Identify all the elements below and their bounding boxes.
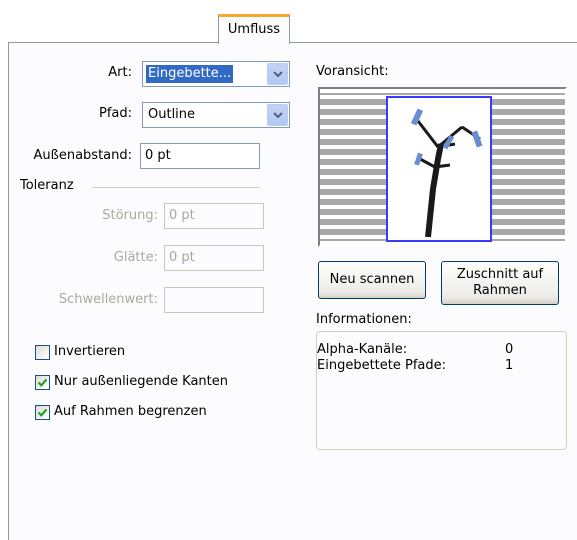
schwellenwert-label: Schwellenwert: bbox=[58, 292, 158, 307]
art-select-value: Eingebette... bbox=[146, 65, 234, 83]
chevron-down-icon[interactable] bbox=[267, 63, 288, 85]
wrap-preview-graphic bbox=[320, 93, 565, 242]
tab-umfluss[interactable]: Umfluss bbox=[218, 14, 290, 44]
glaette-label: Glätte: bbox=[113, 250, 158, 265]
zuschnitt-label-line1: Zuschnitt auf bbox=[456, 267, 544, 282]
invertieren-checkbox[interactable] bbox=[35, 345, 50, 360]
stoerung-field[interactable]: 0 pt bbox=[164, 203, 264, 229]
schwellenwert-field[interactable] bbox=[164, 287, 264, 313]
glaette-field[interactable]: 0 pt bbox=[164, 245, 264, 271]
preview-label: Voransicht: bbox=[316, 64, 389, 79]
info-row-alpha-kanaele-key: Alpha-Kanäle: bbox=[317, 342, 408, 357]
auf-rahmen-begrenzen-checkbox[interactable] bbox=[35, 405, 50, 420]
info-row-eingebettete-pfade-key: Eingebettete Pfade: bbox=[317, 358, 446, 373]
art-label: Art: bbox=[108, 65, 132, 80]
chevron-down-icon[interactable] bbox=[267, 104, 288, 126]
pfad-select[interactable]: Outline bbox=[142, 102, 290, 128]
aussenabstand-field[interactable]: 0 pt bbox=[140, 143, 260, 169]
zuschnitt-label-line2: Rahmen bbox=[473, 283, 527, 298]
info-row-alpha-kanaele-value: 0 bbox=[505, 342, 514, 357]
neu-scannen-label: Neu scannen bbox=[329, 272, 415, 287]
invertieren-label[interactable]: Invertieren bbox=[54, 344, 125, 359]
informationen-box: Alpha-Kanäle: 0 Eingebettete Pfade: 1 bbox=[316, 331, 567, 450]
checkmark-icon bbox=[37, 378, 48, 387]
art-select[interactable]: Eingebette... bbox=[142, 61, 290, 87]
info-row-eingebettete-pfade-value: 1 bbox=[505, 358, 514, 373]
nur-aussenliegende-kanten-checkbox[interactable] bbox=[35, 375, 50, 390]
toleranz-divider bbox=[92, 187, 260, 188]
preview-image bbox=[318, 87, 567, 247]
informationen-label: Informationen: bbox=[316, 312, 412, 327]
stoerung-label: Störung: bbox=[102, 208, 158, 223]
checkmark-icon bbox=[37, 408, 48, 417]
nur-aussenliegende-kanten-label[interactable]: Nur außenliegende Kanten bbox=[54, 374, 228, 389]
toleranz-group-title: Toleranz bbox=[20, 178, 74, 193]
neu-scannen-button[interactable]: Neu scannen bbox=[318, 261, 426, 299]
tab-label: Umfluss bbox=[227, 22, 281, 37]
auf-rahmen-begrenzen-label[interactable]: Auf Rahmen begrenzen bbox=[54, 404, 207, 419]
pfad-select-value: Outline bbox=[148, 107, 196, 122]
aussenabstand-label: Außenabstand: bbox=[33, 148, 132, 163]
zuschnitt-auf-rahmen-button[interactable]: Zuschnitt auf Rahmen bbox=[441, 261, 559, 305]
pfad-label: Pfad: bbox=[98, 106, 132, 121]
